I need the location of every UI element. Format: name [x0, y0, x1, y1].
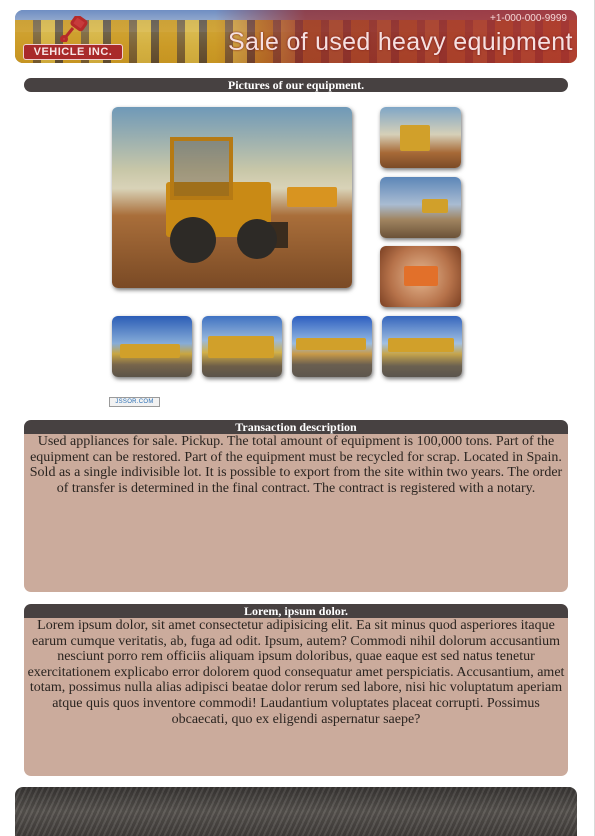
excavator-shape — [287, 187, 337, 207]
site-slogan: Sale of used heavy equipment — [228, 28, 573, 56]
gallery-thumbnail[interactable] — [380, 107, 461, 168]
logo-text: VEHICLE INC. — [23, 44, 123, 60]
company-logo[interactable]: VEHICLE INC. — [23, 16, 123, 60]
gallery-thumbnail[interactable] — [380, 246, 461, 307]
thumbnail-machine-shape — [296, 338, 366, 350]
thumbnail-machine-shape — [120, 344, 180, 358]
main-gallery-photo[interactable] — [112, 107, 352, 288]
gallery-thumbnail[interactable] — [380, 177, 461, 238]
header-banner: VEHICLE INC. +1-000-000-9999 Sale of use… — [15, 10, 577, 63]
gallery-thumbnail[interactable] — [292, 316, 372, 377]
gallery-heading: Pictures of our equipment. — [24, 78, 568, 92]
slider-credit-link[interactable]: JSSOR.COM — [109, 397, 160, 407]
gallery-thumbnail[interactable] — [112, 316, 192, 377]
loader-wheel-shape — [170, 217, 216, 263]
loader-cab-shape — [170, 137, 233, 200]
gallery-thumbnail[interactable] — [382, 316, 462, 377]
thumbnail-machine-shape — [404, 266, 438, 286]
transaction-description: Used appliances for sale. Pickup. The to… — [24, 434, 568, 592]
thumbnail-machine-shape — [388, 338, 454, 352]
thumbnail-machine-shape — [400, 125, 430, 151]
loader-wheel-shape — [237, 219, 277, 259]
footer-banner — [15, 787, 577, 836]
transaction-heading: Transaction description — [24, 420, 568, 434]
thumbnail-machine-shape — [422, 199, 448, 213]
lorem-text: Lorem ipsum dolor, sit amet consectetur … — [24, 618, 568, 776]
piston-icon — [60, 16, 88, 42]
phone-number: +1-000-000-9999 — [489, 13, 567, 24]
gallery-thumbnail[interactable] — [202, 316, 282, 377]
thumbnail-machine-shape — [208, 336, 274, 358]
lorem-heading: Lorem, ipsum dolor. — [24, 604, 568, 618]
